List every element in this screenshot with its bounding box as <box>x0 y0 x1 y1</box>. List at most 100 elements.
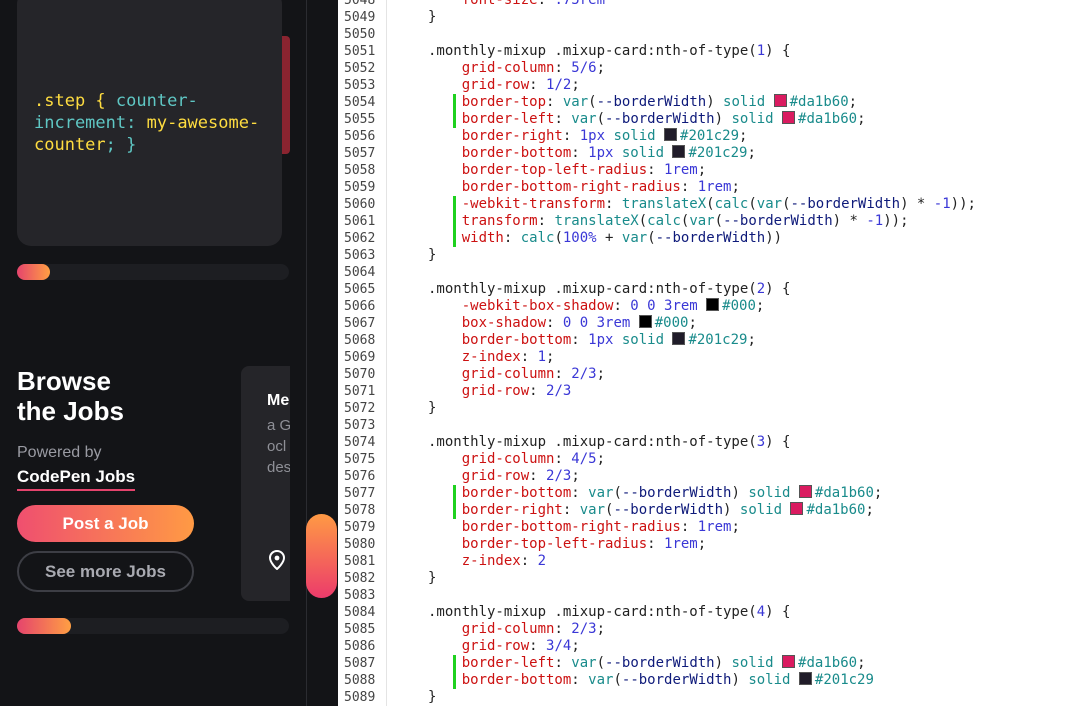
code-line[interactable]: 5060 -webkit-transform: translateX(calc(… <box>338 196 1080 213</box>
code-line[interactable]: 5084 .monthly-mixup .mixup-card:nth-of-ty… <box>338 604 1080 621</box>
code-line[interactable]: 5076 grid-row: 2/3; <box>338 468 1080 485</box>
line-code: border-bottom: var(--borderWidth) solid … <box>428 672 874 689</box>
code-line[interactable]: 5083 <box>338 587 1080 604</box>
line-number: 5051 <box>344 44 376 59</box>
code-token: 0 0 3rem <box>562 315 639 331</box>
code-line[interactable]: 5068 border-bottom: 1px solid #201c29; <box>338 332 1080 349</box>
code-line[interactable]: 5087 border-left: var(--borderWidth) sol… <box>338 655 1080 672</box>
code-token: 4/5 <box>571 451 597 467</box>
code-token: ; <box>848 94 858 110</box>
code-line[interactable]: 5067 box-shadow: 0 0 3rem #000; <box>338 315 1080 332</box>
code-line[interactable]: 5059 border-bottom-right-radius: 1rem; <box>338 179 1080 196</box>
post-job-button[interactable]: Post a Job <box>17 505 194 542</box>
color-swatch-icon[interactable] <box>773 94 787 107</box>
color-swatch-icon[interactable] <box>706 298 720 311</box>
code-line[interactable]: 5080 border-top-left-radius: 1rem; <box>338 536 1080 553</box>
code-token: : <box>571 145 589 161</box>
line-number: 5088 <box>344 673 376 688</box>
code-line[interactable]: 5073 <box>338 417 1080 434</box>
code-line[interactable]: 5070 grid-column: 2/3; <box>338 366 1080 383</box>
code-token: 2/3 <box>571 621 597 637</box>
code-line[interactable]: 5055 border-left: var(--borderWidth) sol… <box>338 111 1080 128</box>
code-token: : <box>503 230 521 246</box>
line-number: 5055 <box>344 112 376 127</box>
code-line[interactable]: 5066 -webkit-box-shadow: 0 0 3rem #000; <box>338 298 1080 315</box>
code-line[interactable]: 5048 font-size: .75rem <box>338 0 1080 9</box>
code-line[interactable]: 5054 border-top: var(--borderWidth) soli… <box>338 94 1080 111</box>
code-token: ; <box>747 145 756 161</box>
color-swatch-icon[interactable] <box>672 332 686 345</box>
code-line[interactable]: 5057 border-bottom: 1px solid #201c29; <box>338 145 1080 162</box>
job-listing-card[interactable]: Me a G ocl des <box>241 366 290 601</box>
line-number: 5080 <box>344 537 376 552</box>
code-token: ; <box>755 298 765 314</box>
code-line[interactable]: 5082} <box>338 570 1080 587</box>
sidebar-scrollbar-thumb[interactable] <box>306 514 337 598</box>
code-line[interactable]: 5058 border-top-left-radius: 1rem; <box>338 162 1080 179</box>
color-swatch-icon[interactable] <box>782 655 796 668</box>
code-token: ; <box>739 128 748 144</box>
line-code: } <box>428 570 436 587</box>
code-token: ( <box>714 213 724 229</box>
code-line[interactable]: 5056 border-right: 1px solid #201c29; <box>338 128 1080 145</box>
code-line[interactable]: 5063} <box>338 247 1080 264</box>
carousel-progress-top <box>17 264 289 280</box>
code-token: : <box>680 519 698 535</box>
code-token: .75rem <box>554 0 606 8</box>
code-token: calc <box>714 196 749 212</box>
code-line[interactable]: 5064 <box>338 264 1080 281</box>
code-line[interactable]: 5088 border-bottom: var(--borderWidth) s… <box>338 672 1080 689</box>
code-line[interactable]: 5051 .monthly-mixup .mixup-card:nth-of-ty… <box>338 43 1080 60</box>
code-line[interactable]: 5086 grid-row: 3/4; <box>338 638 1080 655</box>
code-line[interactable]: 5085 grid-column: 2/3; <box>338 621 1080 638</box>
code-token: grid-row <box>428 468 530 484</box>
carousel-progress-bottom <box>17 618 289 634</box>
color-swatch-icon[interactable] <box>790 502 804 515</box>
codepen-jobs-link[interactable]: CodePen Jobs <box>17 467 136 491</box>
code-line[interactable]: 5075 grid-column: 4/5; <box>338 451 1080 468</box>
code-line[interactable]: 5078 border-right: var(--borderWidth) so… <box>338 502 1080 519</box>
line-number: 5079 <box>344 520 376 535</box>
code-line[interactable]: 5074 .monthly-mixup .mixup-card:nth-of-ty… <box>338 434 1080 451</box>
code-line[interactable]: 5052 grid-column: 5/6; <box>338 60 1080 77</box>
code-line[interactable]: 5061 transform: translateX(calc(var(--bo… <box>338 213 1080 230</box>
code-token: border-top-left-radius <box>428 536 648 552</box>
see-more-jobs-button[interactable]: See more Jobs <box>17 551 194 592</box>
code-line[interactable]: 5050 <box>338 26 1080 43</box>
code-line[interactable]: 5081 z-index: 2 <box>338 553 1080 570</box>
line-code: grid-column: 2/3; <box>428 621 605 638</box>
code-token: --borderWidth <box>605 111 715 127</box>
code-token: ; <box>857 111 866 127</box>
code-token: ( <box>706 196 715 212</box>
code-token: #201c29 <box>680 128 740 144</box>
code-token: 0 0 3rem <box>630 298 707 314</box>
code-line[interactable]: 5072} <box>338 400 1080 417</box>
color-swatch-icon[interactable] <box>798 672 812 685</box>
code-line[interactable]: 5071 grid-row: 2/3 <box>338 383 1080 400</box>
code-line[interactable]: 5065 .monthly-mixup .mixup-card:nth-of-ty… <box>338 281 1080 298</box>
code-token: : <box>546 94 563 110</box>
code-token: ; <box>873 485 883 501</box>
code-token: ( <box>596 655 606 671</box>
color-swatch-icon[interactable] <box>664 128 678 141</box>
color-swatch-icon[interactable] <box>798 485 812 498</box>
color-swatch-icon[interactable] <box>672 145 686 158</box>
code-token: solid <box>723 94 774 110</box>
color-swatch-icon[interactable] <box>638 315 652 328</box>
code-line[interactable]: 5053 grid-row: 1/2; <box>338 77 1080 94</box>
code-line[interactable]: 5062 width: calc(100% + var(--borderWidt… <box>338 230 1080 247</box>
color-swatch-icon[interactable] <box>782 111 796 124</box>
code-line[interactable]: 5079 border-bottom-right-radius: 1rem; <box>338 519 1080 536</box>
line-number: 5084 <box>344 605 376 620</box>
code-line[interactable]: 5049} <box>338 9 1080 26</box>
code-token: border-right <box>428 128 563 144</box>
css-tip-card[interactable]: .step { counter-increment: my-awesome-co… <box>17 0 282 246</box>
css-code-editor[interactable]: 5048 font-size: .75rem 5049} 5050 5051 .mont… <box>338 0 1080 706</box>
code-line[interactable]: 5089} <box>338 689 1080 706</box>
code-token: 2/3 <box>546 383 572 399</box>
code-line[interactable]: 5069 z-index: 1; <box>338 349 1080 366</box>
code-line[interactable]: 5077 border-bottom: var(--borderWidth) s… <box>338 485 1080 502</box>
code-token: grid-column <box>428 621 555 637</box>
code-token: : <box>571 485 589 501</box>
codepen-sidebar: .step { counter-increment: my-awesome-co… <box>0 0 290 706</box>
